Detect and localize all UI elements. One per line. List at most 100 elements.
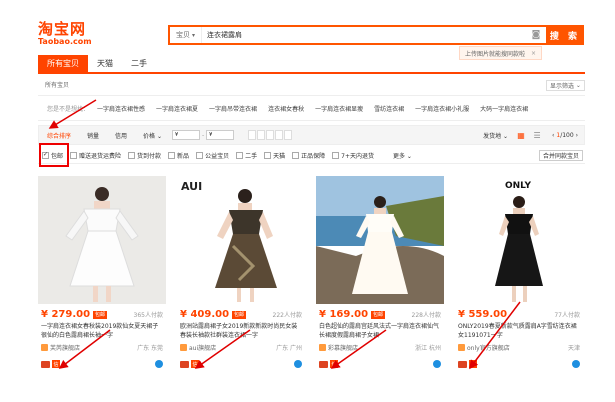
price-bar[interactable] bbox=[257, 130, 266, 140]
shop-name[interactable]: only官方旗舰店 bbox=[467, 343, 510, 352]
service-icons: 信 bbox=[41, 360, 163, 368]
product-image[interactable]: ONLY bbox=[455, 176, 583, 304]
checkbox-cod[interactable]: 货到付款 bbox=[128, 151, 161, 160]
suggestion-keyword[interactable]: 雪纺连衣裙 bbox=[374, 104, 404, 113]
price-row: ¥ 169.00 包邮 228人付款 bbox=[319, 309, 441, 320]
tab-all[interactable]: 所有宝贝 bbox=[38, 55, 88, 72]
wangwang-chat-icon[interactable] bbox=[433, 360, 441, 368]
checkbox[interactable] bbox=[332, 151, 340, 159]
suggestion-keyword[interactable]: 一字肩连衣裙显瘦 bbox=[315, 104, 363, 113]
product-card[interactable]: AUI ¥ 409.00 包邮 222人付款 欧洲站露肩裙子女2019新款新款时… bbox=[177, 176, 305, 376]
product-image[interactable] bbox=[38, 176, 166, 304]
product-photo: AUI bbox=[177, 176, 305, 304]
product-price: ¥ 169.00 bbox=[319, 309, 369, 320]
show-filter-button[interactable]: 显示筛选 ⌄ bbox=[546, 80, 585, 91]
next-page-icon[interactable]: › bbox=[576, 132, 578, 139]
mail-icon[interactable] bbox=[319, 360, 328, 368]
shop-name[interactable]: 芙芮旗舰店 bbox=[50, 343, 80, 352]
price-to-input[interactable] bbox=[206, 130, 235, 140]
search-tabs: 所有宝贝 天猫 二手 bbox=[38, 55, 156, 72]
credit-icon[interactable]: 信 bbox=[469, 360, 477, 368]
shop-name[interactable]: aui旗舰店 bbox=[189, 343, 216, 352]
sort-credit[interactable]: 信用 bbox=[107, 131, 135, 140]
shop-icon bbox=[41, 344, 48, 351]
search-scope-select[interactable]: 宝贝 ▾ bbox=[170, 27, 203, 43]
credit-icon[interactable]: 信 bbox=[52, 360, 60, 368]
sort-bar: 综合排序 销量 信用 价格 ⌄ - 发货地 ⌄ ▦ ☰ ‹ 1/100 › bbox=[38, 125, 585, 145]
shop-name[interactable]: 彩慕旗舰店 bbox=[328, 343, 358, 352]
suggestion-keyword[interactable]: 大码一字肩连衣裙 bbox=[480, 104, 528, 113]
credit-icon[interactable]: 信 bbox=[330, 360, 338, 368]
product-title[interactable]: 欧洲站露肩裙子女2019新款新款时尚民女装春装长袖款社群装连衣裙一字 bbox=[180, 322, 302, 340]
tab-secondhand[interactable]: 二手 bbox=[122, 55, 156, 72]
ship-from-select[interactable]: 发货地 ⌄ bbox=[483, 131, 508, 140]
wangwang-chat-icon[interactable] bbox=[294, 360, 302, 368]
wangwang-chat-icon[interactable] bbox=[155, 360, 163, 368]
checkbox-7day-return[interactable]: 7+天内退货 bbox=[332, 151, 374, 160]
suggestion-keyword[interactable]: 一字肩连衣裙性感 bbox=[97, 104, 145, 113]
logo-en: Taobao.com bbox=[38, 37, 92, 46]
price-bar[interactable] bbox=[248, 130, 257, 140]
suggestion-keyword[interactable]: 一字肩连衣裙小礼服 bbox=[415, 104, 469, 113]
mail-icon[interactable] bbox=[41, 360, 50, 368]
price-bar[interactable] bbox=[266, 130, 275, 140]
checkbox-genuine[interactable]: 正品保障 bbox=[292, 151, 325, 160]
suggestion-keyword[interactable]: 一字肩连衣裙夏 bbox=[156, 104, 198, 113]
checkbox[interactable] bbox=[128, 151, 136, 159]
more-filters[interactable]: 更多 ⌄ bbox=[393, 151, 412, 160]
search-button[interactable]: 搜 索 bbox=[546, 25, 584, 45]
close-icon[interactable]: × bbox=[531, 50, 536, 57]
shop-icon bbox=[180, 344, 187, 351]
mail-icon[interactable] bbox=[458, 360, 467, 368]
merge-same-button[interactable]: 合并同款宝贝 bbox=[538, 150, 583, 161]
checkbox[interactable] bbox=[236, 151, 244, 159]
checkbox[interactable] bbox=[70, 151, 78, 159]
checkbox-secondhand[interactable]: 二手 bbox=[236, 151, 257, 160]
suggestion-keyword[interactable]: 一字肩吊带连衣裙 bbox=[209, 104, 257, 113]
checkbox[interactable] bbox=[292, 151, 300, 159]
sold-count: 365人付款 bbox=[133, 312, 163, 319]
product-card[interactable]: ¥ 169.00 包邮 228人付款 白色超仙的露肩宫廷风法式一字肩连衣裙仙气长… bbox=[316, 176, 444, 376]
filter-checkbox-bar: ✓ 包邮 赠送退货运费险 货到付款 新品 公益宝贝 二手 天猫 正品保障 7+天内… bbox=[38, 147, 585, 164]
wangwang-chat-icon[interactable] bbox=[572, 360, 580, 368]
sort-default[interactable]: 综合排序 bbox=[39, 131, 79, 140]
price-range-bars[interactable] bbox=[248, 130, 293, 140]
checkbox-new[interactable]: 新品 bbox=[168, 151, 189, 160]
checkbox-tmall[interactable]: 天猫 bbox=[264, 151, 285, 160]
price-bar[interactable] bbox=[275, 130, 284, 140]
shop-row: 芙芮旗舰店 广东 东莞 bbox=[41, 343, 163, 352]
checkbox-charity[interactable]: 公益宝贝 bbox=[196, 151, 229, 160]
product-title[interactable]: ONLY2019春夏新款气质露肩A字雪纺连衣裙女1191071一字 bbox=[458, 322, 580, 340]
product-title[interactable]: 白色超仙的露肩宫廷风法式一字肩连衣裙仙气长裙度假露肩裙子女裙 bbox=[319, 322, 441, 340]
tip-text: 上传图片就能搜同款啦 bbox=[465, 50, 526, 58]
checkbox[interactable] bbox=[264, 151, 272, 159]
product-card[interactable]: ¥ 279.00 包邮 365人付款 一字肩连衣裙女春秋装2019款仙女夏天裙子… bbox=[38, 176, 166, 376]
product-card[interactable]: ONLY ¥ 559.00 77人付款 ONLY2019春夏新款气质露肩A字雪纺… bbox=[455, 176, 583, 376]
suggestion-keyword[interactable]: 连衣裙女春秋 bbox=[268, 104, 304, 113]
breadcrumb[interactable]: 所有宝贝 bbox=[45, 80, 69, 89]
product-image[interactable]: AUI bbox=[177, 176, 305, 304]
product-image[interactable] bbox=[316, 176, 444, 304]
sort-sales[interactable]: 销量 bbox=[79, 131, 107, 140]
prev-page-icon[interactable]: ‹ bbox=[552, 132, 554, 139]
price-bar[interactable] bbox=[284, 130, 293, 140]
product-title[interactable]: 一字肩连衣裙女春秋装2019款仙女夏天裙子很仙的白色露肩裙长袖一字 bbox=[41, 322, 163, 340]
show-filter-label: 显示筛选 bbox=[550, 83, 575, 90]
checkbox-return-insurance[interactable]: 赠送退货运费险 bbox=[70, 151, 121, 160]
product-price: ¥ 409.00 bbox=[180, 309, 230, 320]
taobao-logo[interactable]: 淘宝网 Taobao.com bbox=[38, 22, 100, 50]
credit-icon[interactable]: 信 bbox=[191, 360, 199, 368]
sort-price[interactable]: 价格 ⌄ bbox=[135, 131, 170, 140]
service-icons: 信 bbox=[180, 360, 302, 368]
grid-view-icon[interactable]: ▦ bbox=[516, 130, 526, 140]
tab-tmall[interactable]: 天猫 bbox=[88, 55, 122, 72]
checkbox[interactable] bbox=[168, 151, 176, 159]
price-from-input[interactable] bbox=[172, 130, 200, 140]
search-input[interactable] bbox=[202, 31, 526, 39]
mail-icon[interactable] bbox=[180, 360, 189, 368]
camera-icon[interactable]: ◙ bbox=[526, 30, 546, 40]
checkbox[interactable] bbox=[196, 151, 204, 159]
list-view-icon[interactable]: ☰ bbox=[532, 130, 542, 140]
highlight-box bbox=[39, 143, 69, 167]
ship-from-label: 发货地 bbox=[483, 132, 502, 140]
